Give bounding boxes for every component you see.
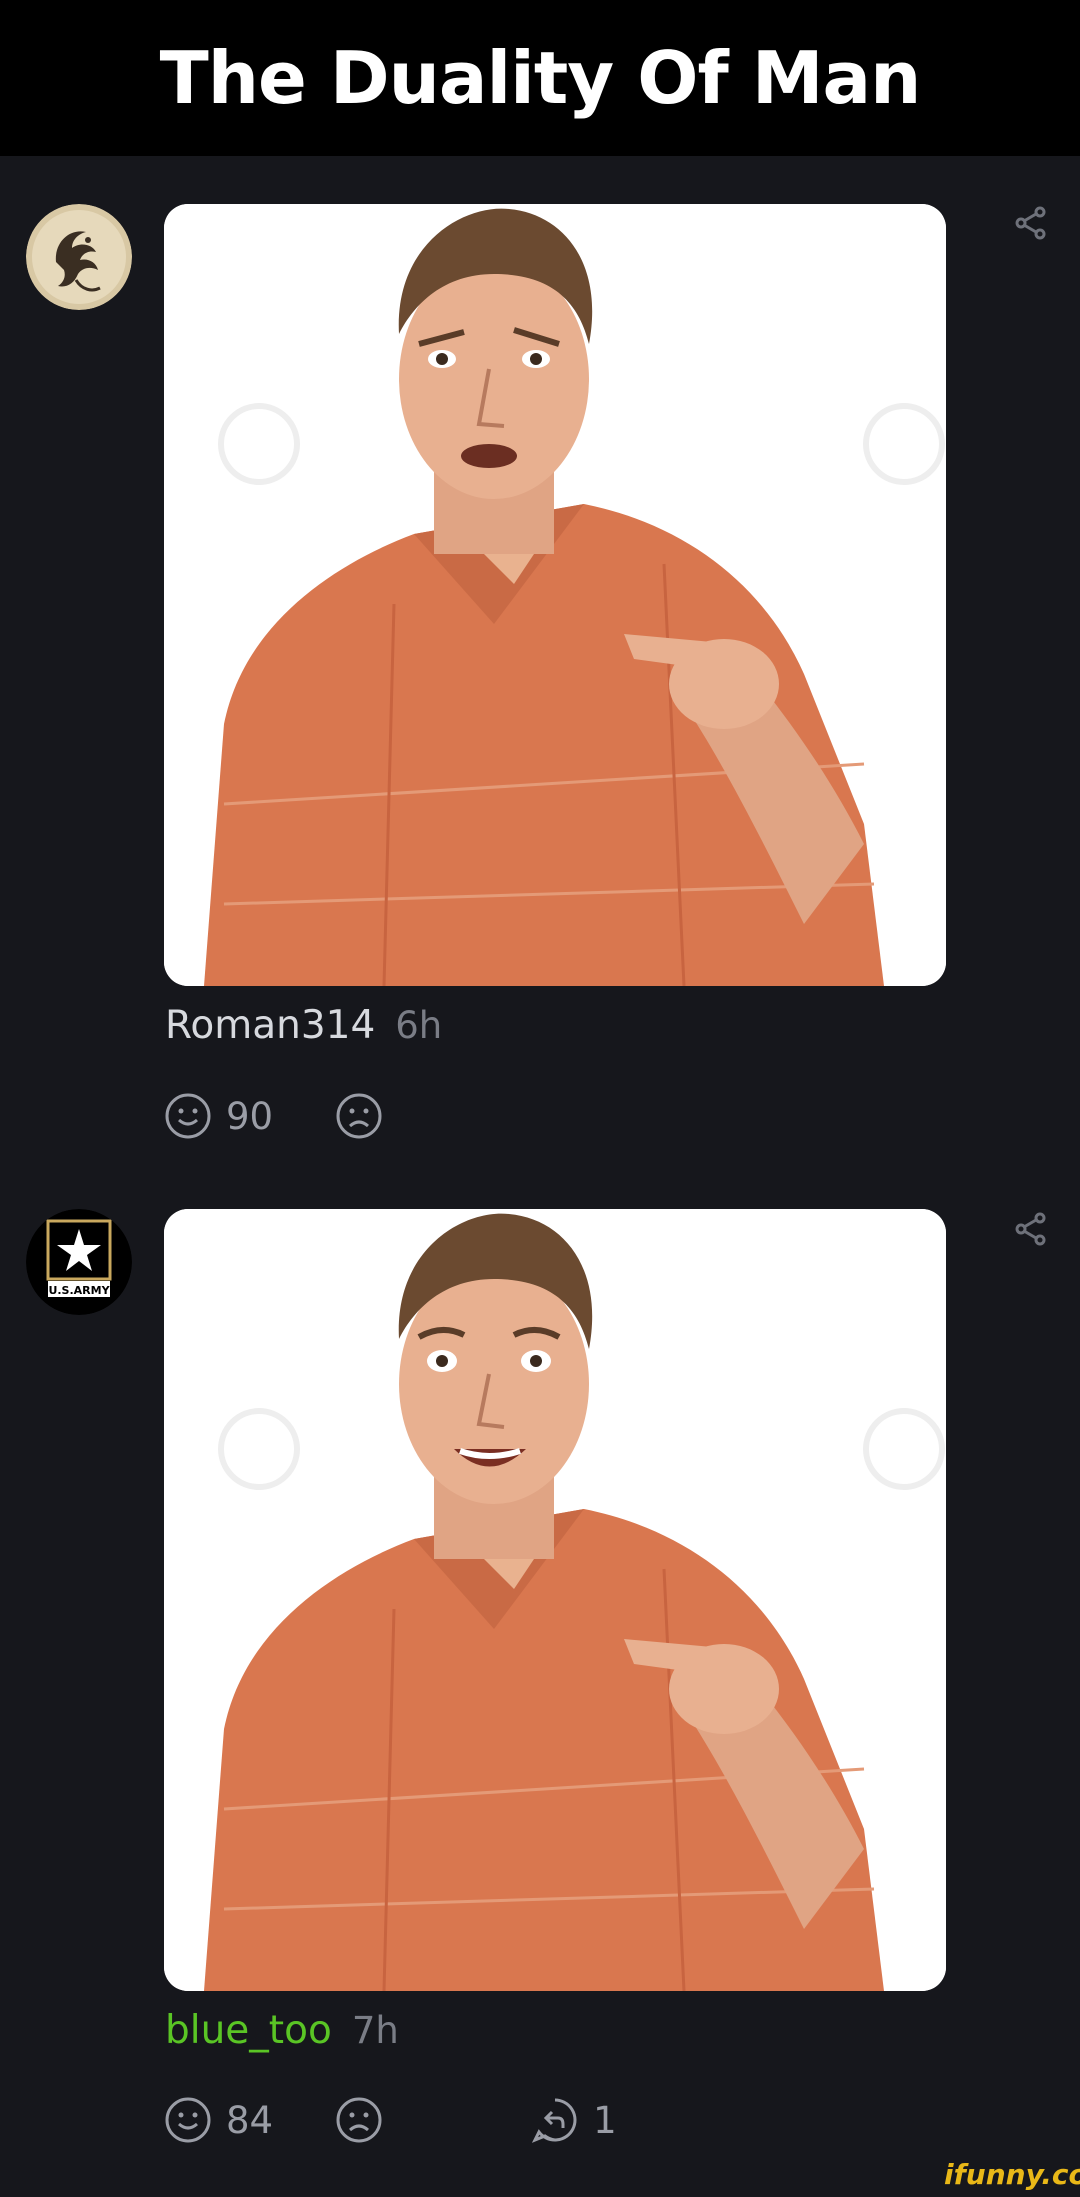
reply-button[interactable]: 1 — [531, 2096, 617, 2144]
unsmile-button[interactable] — [335, 2096, 383, 2144]
comment-actions: 84 1 — [164, 2096, 617, 2144]
smile-icon — [165, 1093, 211, 1139]
username[interactable]: blue_too — [165, 2008, 332, 2053]
comment-meta: blue_too 7h — [165, 2008, 399, 2053]
smile-button[interactable]: 84 — [164, 2096, 273, 2144]
smile-button[interactable]: 90 — [164, 1092, 273, 1140]
army-logo-text: U.S.ARMY — [48, 1284, 110, 1297]
smile-count: 84 — [226, 2098, 274, 2142]
timestamp: 6h — [395, 1004, 443, 1047]
share-icon[interactable] — [1014, 206, 1048, 240]
frown-icon — [336, 1093, 382, 1139]
comment-image-frowning-man[interactable] — [164, 204, 946, 986]
us-army-avatar-icon[interactable]: U.S.ARMY — [26, 1209, 132, 1315]
smile-count: 90 — [226, 1094, 274, 1138]
timestamp: 7h — [351, 2009, 399, 2052]
reply-count: 1 — [593, 2098, 617, 2142]
comment-actions: 90 — [164, 1092, 383, 1140]
share-icon[interactable] — [1014, 1212, 1048, 1246]
comment-meta: Roman314 6h — [165, 1003, 442, 1048]
reply-icon — [531, 2098, 577, 2143]
ifunny-watermark: ifunny.co — [944, 2158, 1080, 2191]
frown-icon — [336, 2097, 382, 2143]
page-title: The Duality Of Man — [159, 36, 922, 120]
username[interactable]: Roman314 — [165, 1003, 375, 1048]
title-bar: The Duality Of Man — [0, 0, 1080, 156]
comment-image-smiling-man[interactable] — [164, 1209, 946, 1991]
phoenix-avatar-icon[interactable] — [26, 204, 132, 310]
unsmile-button[interactable] — [335, 1092, 383, 1140]
smile-icon — [165, 2097, 211, 2143]
